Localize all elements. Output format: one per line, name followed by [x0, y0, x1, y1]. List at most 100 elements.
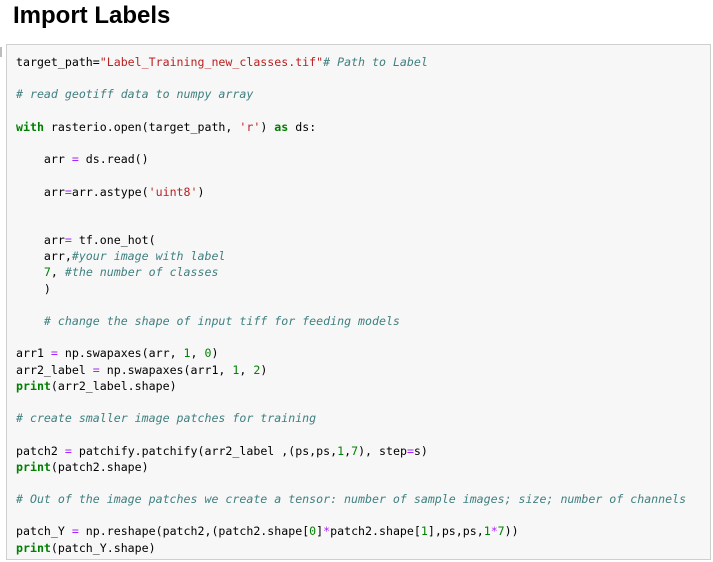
- code-line: # change the shape of input tiff for fee…: [16, 313, 686, 329]
- code-line: arr,#your image with label: [16, 248, 686, 264]
- code-token: # change the shape of input tiff for fee…: [43, 314, 400, 328]
- code-line: # Out of the image patches we create a t…: [16, 491, 686, 507]
- code-token: ): [260, 362, 268, 377]
- code-token: "Label_Training_new_classes.tif": [99, 55, 324, 69]
- code-token: arr1: [16, 346, 51, 361]
- code-token: s): [413, 443, 428, 458]
- code-token: arr,: [16, 249, 72, 264]
- code-token: ds:: [288, 119, 317, 134]
- code-token: patch2: [16, 443, 65, 458]
- code-token: 1: [183, 346, 191, 361]
- code-token: 'r': [239, 119, 261, 134]
- code-token: *: [490, 524, 498, 539]
- code-token: #your image with label: [71, 249, 226, 264]
- code-line: arr = ds.read(): [16, 151, 686, 167]
- code-line: ): [16, 281, 686, 297]
- code-line: # read geotiff data to numpy array: [16, 86, 686, 102]
- code-token: np.swapaxes(arr1,: [99, 362, 233, 377]
- code-line: patch_Y = np.reshape(patch2,(patch2.shap…: [16, 523, 686, 539]
- code-token: )): [504, 524, 519, 539]
- cell-gutter-marker: [0, 47, 2, 57]
- code-token: ,: [50, 265, 65, 280]
- code-token: ): [16, 281, 51, 296]
- code-token: (patch_Y.shape): [50, 540, 156, 555]
- code-token: =: [50, 346, 58, 361]
- code-line: # create smaller image patches for train…: [16, 410, 686, 426]
- code-token: arr2_label: [16, 362, 93, 377]
- code-line: print(arr2_label.shape): [16, 378, 686, 394]
- code-token: print: [16, 540, 51, 555]
- code-token: target_path=: [16, 55, 100, 69]
- code-line: arr=arr.astype('uint8'): [16, 184, 686, 200]
- code-token: arr: [16, 152, 72, 167]
- code-token: # create smaller image patches for train…: [16, 411, 317, 426]
- code-token: =: [64, 443, 72, 458]
- code-token: tf.one_hot(: [71, 233, 156, 248]
- code-token: 1: [420, 524, 428, 539]
- code-token: rasterio.open(target_path,: [43, 119, 240, 134]
- code-token: ds.read(): [78, 152, 149, 167]
- code-token: =: [92, 362, 100, 377]
- code-token: ,: [190, 346, 205, 361]
- code-token: print: [16, 459, 51, 474]
- code-token: ): [211, 346, 219, 361]
- code-token: (patch2.shape): [50, 459, 149, 474]
- code-token: patchify.patchify(arr2_label ,(ps,ps,: [71, 443, 338, 458]
- code-token: =: [64, 233, 72, 248]
- code-token: np.swapaxes(arr,: [57, 346, 184, 361]
- section-heading: Import Labels: [13, 2, 171, 29]
- code-token: =: [64, 184, 72, 199]
- code-token: as: [274, 119, 289, 134]
- code-line: arr= tf.one_hot(: [16, 232, 686, 248]
- code-line: patch2 = patchify.patchify(arr2_label ,(…: [16, 443, 686, 459]
- code-token: arr.astype(: [71, 184, 149, 199]
- code-token: (arr2_label.shape): [50, 378, 177, 393]
- code-line: print(patch2.shape): [16, 459, 686, 475]
- code-token: ): [197, 184, 205, 199]
- code-editor[interactable]: target_path="Label_Training_new_classes.…: [16, 54, 686, 556]
- code-line: target_path="Label_Training_new_classes.…: [16, 54, 686, 70]
- code-token: with: [16, 119, 44, 134]
- code-token: 7: [43, 265, 51, 280]
- code-token: 7: [351, 443, 359, 458]
- code-line: 7, #the number of classes: [16, 264, 686, 280]
- code-token: ): [260, 119, 275, 134]
- code-cell[interactable]: target_path="Label_Training_new_classes.…: [6, 44, 711, 560]
- code-token: # read geotiff data to numpy array: [16, 87, 254, 102]
- code-token: ), step: [358, 443, 407, 458]
- code-token: # Path to Label: [323, 55, 428, 69]
- code-token: ,: [239, 362, 254, 377]
- code-token: =: [406, 443, 414, 458]
- code-token: =: [71, 524, 79, 539]
- code-token: =: [71, 152, 79, 167]
- code-token: patch_Y: [16, 524, 72, 539]
- code-line: print(patch_Y.shape): [16, 540, 686, 556]
- code-token: 'uint8': [148, 184, 198, 199]
- code-token: np.reshape(patch2,(patch2.shape[: [78, 524, 310, 539]
- code-line: arr1 = np.swapaxes(arr, 1, 0): [16, 345, 686, 361]
- code-line: with rasterio.open(target_path, 'r') as …: [16, 119, 686, 135]
- code-token: arr: [16, 184, 65, 199]
- code-token: print: [16, 378, 51, 393]
- code-token: 1: [483, 524, 491, 539]
- code-token: 7: [497, 524, 505, 539]
- code-token: ],ps,ps,: [427, 524, 484, 539]
- code-line: arr2_label = np.swapaxes(arr1, 1, 2): [16, 362, 686, 378]
- code-token: patch2.shape[: [330, 524, 421, 539]
- code-token: arr: [16, 233, 65, 248]
- code-token: #the number of classes: [64, 265, 219, 280]
- code-token: # Out of the image patches we create a t…: [16, 492, 687, 507]
